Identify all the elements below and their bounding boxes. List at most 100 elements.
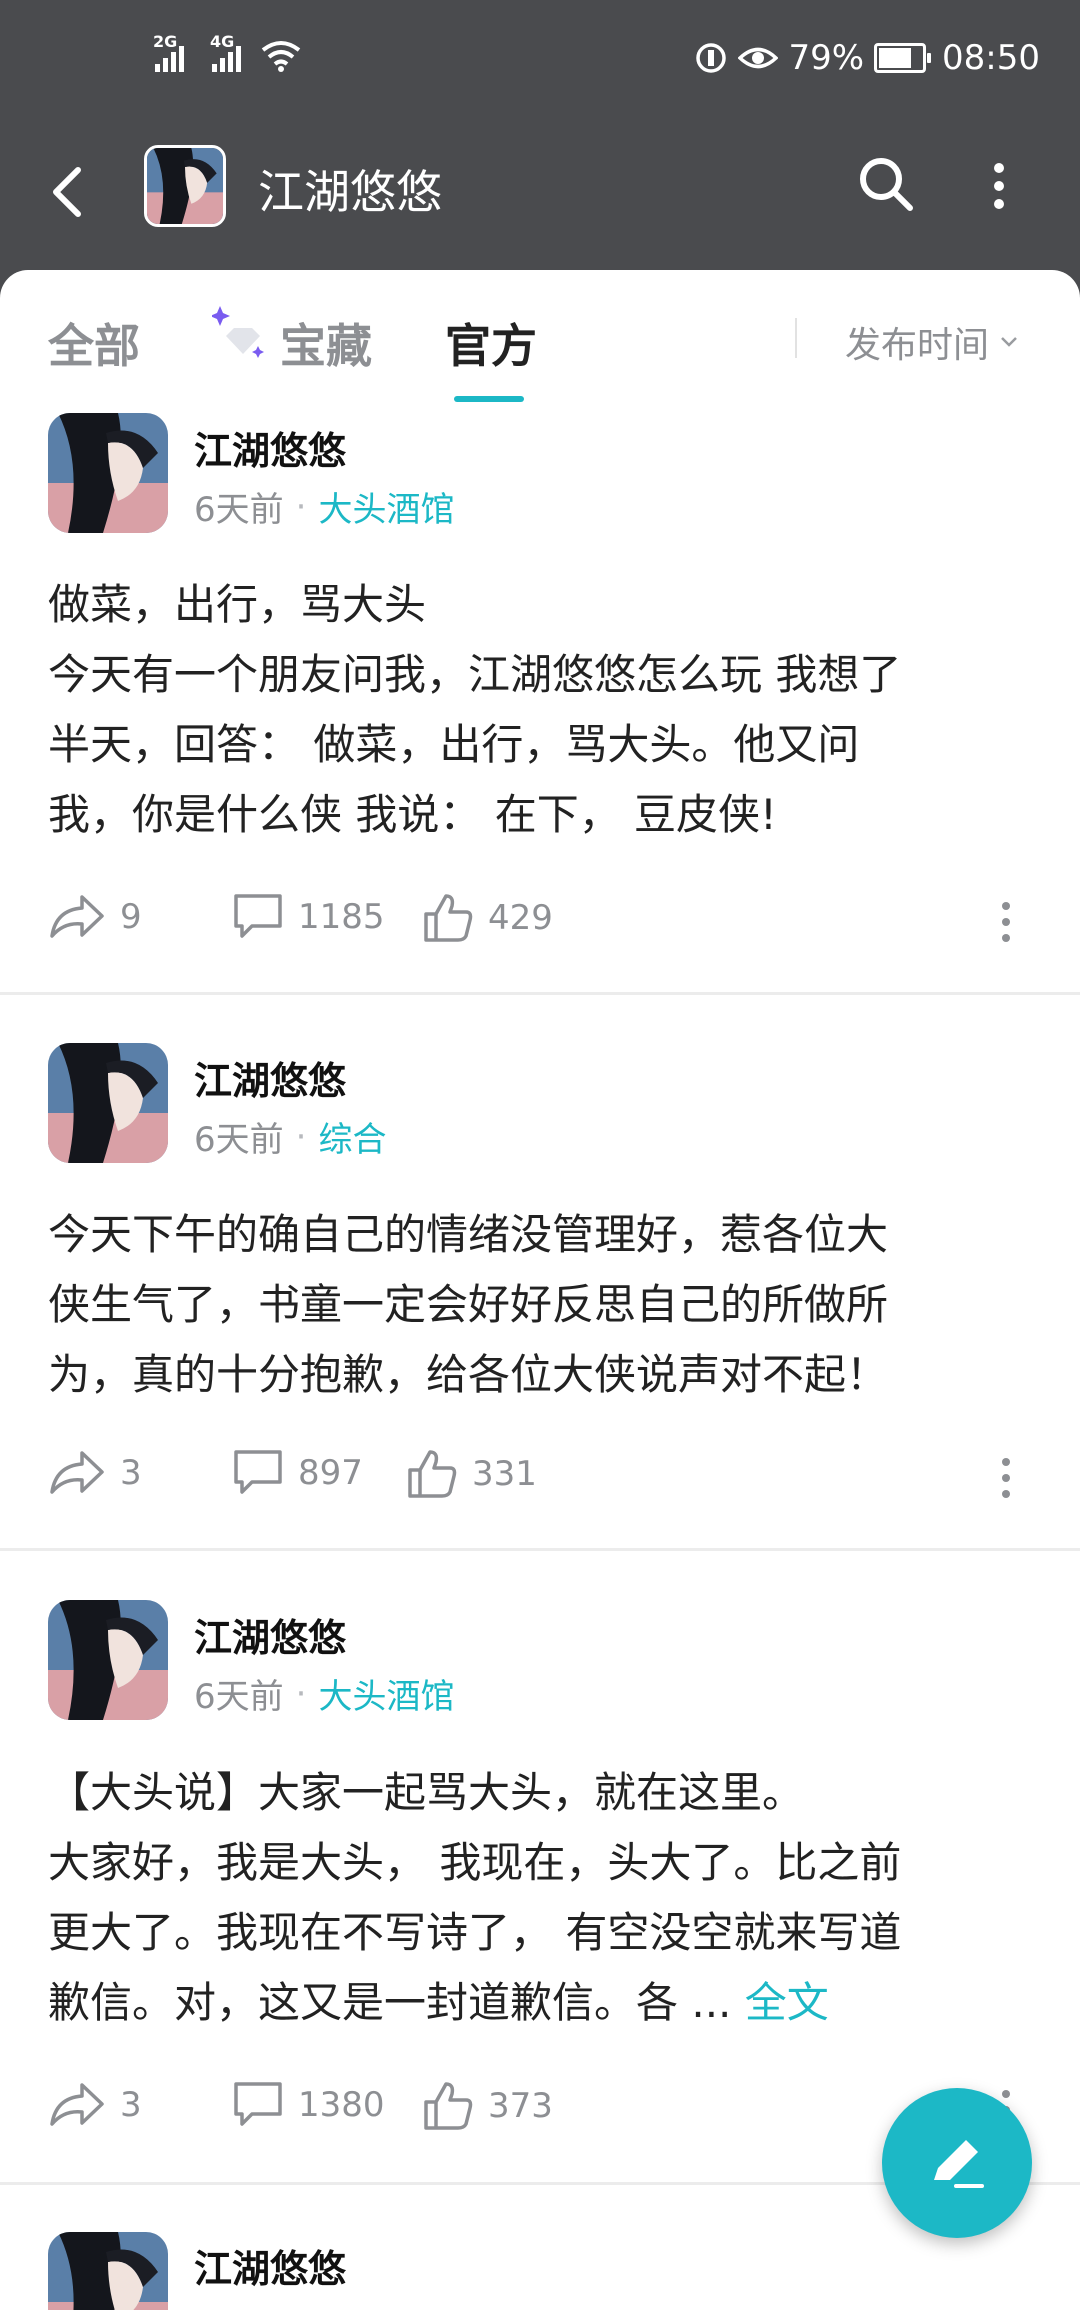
battery-icon: [874, 43, 932, 73]
author-avatar[interactable]: [48, 1043, 168, 1163]
game-character-icon: [48, 413, 168, 533]
like-button[interactable]: 429: [422, 892, 553, 944]
meta-separator: ·: [295, 486, 307, 527]
data-saver-icon: [696, 43, 727, 73]
divider: [0, 992, 1080, 995]
share-count: 3: [120, 2085, 142, 2125]
comment-button[interactable]: 1380: [232, 2080, 385, 2130]
share-icon: [50, 1451, 104, 1494]
comment-count: 1185: [298, 897, 385, 937]
post-body[interactable]: 做菜，出行，骂大头 今天有一个朋友问我，江湖悠悠怎么玩 我想了 半天，回答： 做…: [48, 570, 1038, 850]
sparkle-diamond-icon: [212, 306, 264, 358]
share-count: 9: [120, 897, 142, 937]
game-character-icon: [48, 1600, 168, 1720]
game-character-icon: [48, 2232, 168, 2310]
author-name[interactable]: 江湖悠悠: [194, 420, 346, 475]
thumbs-up-icon: [408, 1450, 457, 1498]
share-button[interactable]: 9: [48, 892, 142, 942]
app-bar: 江湖悠悠: [0, 130, 1080, 270]
post-more-icon[interactable]: [1000, 1456, 1012, 1500]
author-name[interactable]: 江湖悠悠: [194, 1050, 346, 1105]
compose-button[interactable]: [882, 2088, 1032, 2238]
author-avatar[interactable]: [48, 1600, 168, 1720]
comment-icon: [234, 2082, 282, 2126]
like-count: 429: [488, 898, 553, 938]
tab-bar: 全部 宝藏 官方 发布时间: [0, 270, 1080, 405]
share-count: 3: [120, 1453, 142, 1493]
post-category[interactable]: 大头酒馆: [318, 482, 454, 531]
post-category[interactable]: 综合: [318, 1112, 386, 1161]
game-character-icon: [48, 1043, 168, 1163]
post-meta: 6天前 · 大头酒馆: [194, 482, 454, 531]
pen-icon: [934, 2140, 984, 2188]
post-title-line: 做菜，出行，骂大头: [48, 580, 427, 629]
like-count: 331: [472, 1454, 537, 1494]
tab-all[interactable]: 全部: [48, 310, 140, 376]
post-text-truncated: 歉信。对，这又是一封道歉信。各 ...: [48, 1978, 732, 2027]
share-button[interactable]: 3: [48, 1448, 142, 1498]
post-actions: 9 1185 429: [48, 892, 1032, 952]
like-count: 373: [488, 2086, 553, 2126]
comment-icon: [234, 894, 282, 938]
share-icon: [50, 895, 104, 938]
post-meta: 6天前 · 综合: [194, 1112, 386, 1161]
post-time: 6天前: [194, 1677, 284, 1717]
channel-avatar[interactable]: [144, 145, 226, 227]
tab-treasure[interactable]: 宝藏: [280, 310, 372, 376]
post-body[interactable]: 今天下午的确自己的情绪没管理好，惹各位大 侠生气了，书童一定会好好反思自己的所做…: [48, 1200, 1038, 1410]
post-time: 6天前: [194, 1120, 284, 1160]
game-character-icon: [147, 148, 223, 224]
chevron-down-icon: [1001, 337, 1017, 347]
comment-button[interactable]: 1185: [232, 892, 385, 942]
author-name[interactable]: 江湖悠悠: [194, 1607, 346, 1662]
post-actions: 3 897 331: [48, 1448, 1032, 1508]
status-bar: 2G 4G 79% 08:50: [0, 0, 1080, 130]
meta-separator: ·: [295, 1116, 307, 1157]
comment-icon: [234, 1450, 282, 1494]
search-icon[interactable]: [856, 154, 916, 214]
post-meta: 6天前 · 大头酒馆: [194, 1669, 454, 1718]
thumbs-up-icon: [424, 2082, 473, 2130]
author-avatar[interactable]: [48, 413, 168, 533]
post-text-line: 我，你是什么侠 我说： 在下， 豆皮侠!: [48, 790, 777, 839]
tab-official[interactable]: 官方: [445, 310, 537, 376]
post-text-line: 今天有一个朋友问我，江湖悠悠怎么玩 我想了: [48, 650, 902, 699]
share-button[interactable]: 3: [48, 2080, 142, 2130]
network-4g-label: 4G: [210, 32, 235, 51]
comment-count: 1380: [298, 2085, 385, 2125]
sort-dropdown[interactable]: 发布时间: [845, 316, 1019, 368]
battery-percent: 79%: [788, 38, 865, 78]
post-text-line: 歉信。对，这又是一封道歉信。各 ... 全文: [48, 1968, 1038, 2038]
post-text-line: 侠生气了，书童一定会好好反思自己的所做所: [48, 1280, 889, 1329]
like-button[interactable]: 373: [422, 2080, 553, 2132]
meta-separator: ·: [295, 1673, 307, 1714]
back-arrow-icon[interactable]: [44, 162, 92, 222]
post-text-line: 为，真的十分抱歉，给各位大侠说声对不起！: [48, 1350, 889, 1399]
author-avatar[interactable]: [48, 2232, 168, 2310]
sort-label: 发布时间: [845, 325, 990, 366]
post-text-line: 更大了。我现在不写诗了， 有空没空就来写道: [48, 1908, 902, 1957]
post-title-line: 【大头说】大家一起骂大头，就在这里。: [48, 1768, 805, 1817]
post-body[interactable]: 【大头说】大家一起骂大头，就在这里。 大家好，我是大头， 我现在，头大了。比之前…: [48, 1758, 1038, 2038]
share-icon: [50, 2083, 104, 2126]
post-text-line: 大家好，我是大头， 我现在，头大了。比之前: [48, 1838, 902, 1887]
comment-count: 897: [298, 1453, 363, 1493]
eye-comfort-icon: [738, 47, 779, 69]
full-text-link[interactable]: 全文: [745, 1978, 829, 2027]
author-name[interactable]: 江湖悠悠: [194, 2238, 346, 2293]
active-tab-indicator: [454, 396, 524, 402]
post-text-line: 今天下午的确自己的情绪没管理好，惹各位大: [48, 1210, 889, 1259]
more-options-icon[interactable]: [984, 156, 1014, 216]
post-text-line: 半天，回答： 做菜，出行，骂大头。他又问: [48, 720, 860, 769]
post-actions: 3 1380 373: [48, 2080, 1032, 2140]
post-more-icon[interactable]: [1000, 900, 1012, 944]
tab-divider: [795, 318, 797, 358]
like-button[interactable]: 331: [406, 1448, 537, 1500]
network-2g-label: 2G: [153, 32, 178, 51]
comment-button[interactable]: 897: [232, 1448, 363, 1498]
clock: 08:50: [942, 38, 1040, 78]
post-time: 6天前: [194, 490, 284, 530]
post-category[interactable]: 大头酒馆: [318, 1669, 454, 1718]
signal-2g-icon: 2G: [153, 32, 184, 72]
content-sheet: 全部 宝藏 官方 发布时间 江湖悠悠 6天前 · 大头酒馆 做菜，出行，骂大头 …: [0, 270, 1080, 2310]
